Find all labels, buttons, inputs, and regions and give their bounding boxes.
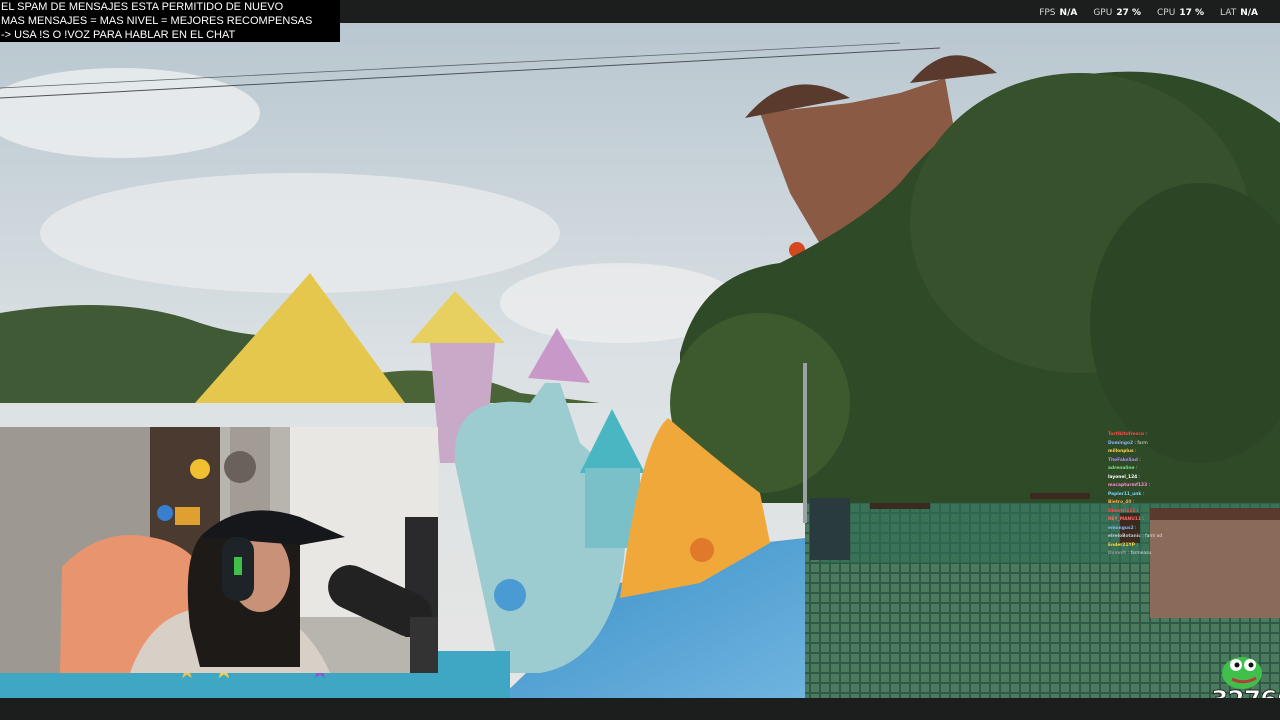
chat-username: TheFakeSad	[1108, 457, 1138, 463]
chat-message: REY_MANU11 :	[1108, 517, 1144, 522]
chat-message: Tortikitofresco :	[1108, 432, 1147, 437]
chat-username: Tortikitofresco	[1108, 432, 1145, 437]
stat-value: 17 %	[1179, 8, 1205, 18]
chat-username: Dimetrix11	[1108, 508, 1136, 514]
chat-username: Bietro_40	[1108, 500, 1132, 505]
stream-video: ★ ★ ★	[0, 23, 1280, 698]
chat-username: elreloBotanic	[1108, 534, 1141, 539]
chat-text: farm	[1137, 440, 1148, 446]
chat-username: Dxmnft	[1108, 551, 1127, 556]
chat-username: Papier11_unk	[1108, 491, 1142, 497]
stat-label: CPU	[1157, 8, 1176, 18]
chat-username: REY_MANU11	[1108, 517, 1141, 522]
chat-username: adrenaline	[1108, 466, 1135, 471]
announcement-line: EL SPAM DE MENSAJES ESTA PERMITIDO DE NU…	[1, 1, 284, 13]
chat-username: Ender21YP	[1108, 542, 1135, 548]
chat-message: TheFakeSad :	[1108, 457, 1141, 463]
webcam-feed	[0, 427, 438, 673]
performance-stats: FPS N/A GPU 27 % CPU 17 % LAT N/A	[1039, 6, 1258, 20]
chat-username: mxcapturmf123	[1108, 483, 1148, 488]
bottom-bar	[0, 698, 1280, 720]
chat-message: Domingo2 : farm	[1108, 440, 1148, 446]
stat-value: N/A	[1059, 8, 1078, 18]
chat-message: elreloBotanic : farm xd	[1108, 534, 1163, 539]
stat-lat: LAT N/A	[1220, 8, 1258, 18]
chat-username: layonel_124	[1108, 474, 1138, 480]
chat-username: Domingo2	[1108, 440, 1134, 446]
chat-overlay: Tortikitofresco : Domingo2 : farm millonp…	[1108, 431, 1198, 561]
chat-username: millonplus	[1108, 449, 1134, 454]
stat-label: LAT	[1220, 8, 1237, 18]
stat-value: 27 %	[1116, 8, 1142, 18]
chat-text: farmeasu	[1130, 551, 1152, 556]
stat-fps: FPS N/A	[1039, 8, 1077, 18]
stream-announcement: EL SPAM DE MENSAJES ESTA PERMITIDO DE NU…	[0, 0, 340, 42]
stat-label: GPU	[1093, 8, 1113, 18]
stat-cpu: CPU 17 %	[1157, 8, 1204, 18]
chat-username: emongus2	[1108, 525, 1134, 531]
chat-text: farm xd	[1145, 534, 1163, 539]
chat-message: adrenaline :	[1108, 466, 1138, 471]
chat-message: Dimetrix11 :	[1108, 508, 1139, 514]
announcement-line: MAS MENSAJES = MAS NIVEL = MEJORES RECOM…	[1, 15, 313, 27]
chat-message: mxcapturmf123 :	[1108, 483, 1151, 488]
chat-message: Papier11_unk :	[1108, 491, 1145, 497]
webcam-illustration	[0, 427, 438, 673]
stat-value: N/A	[1240, 8, 1258, 18]
stat-label: FPS	[1039, 8, 1056, 18]
chat-message: emongus2 :	[1108, 525, 1137, 531]
stat-gpu: GPU 27 %	[1093, 8, 1141, 18]
chat-message: Bietro_40 :	[1108, 500, 1135, 505]
chat-message: Ender21YP :	[1108, 542, 1138, 548]
chat-message: millonplus :	[1108, 449, 1137, 454]
chat-message: layonel_124 :	[1108, 474, 1141, 480]
announcement-line: -> USA !S O !VOZ PARA HABLAR EN EL CHAT	[1, 29, 236, 41]
viewer-counter: 327668	[1211, 685, 1280, 698]
chat-message: Dxmnft : farmeasu	[1108, 551, 1152, 556]
